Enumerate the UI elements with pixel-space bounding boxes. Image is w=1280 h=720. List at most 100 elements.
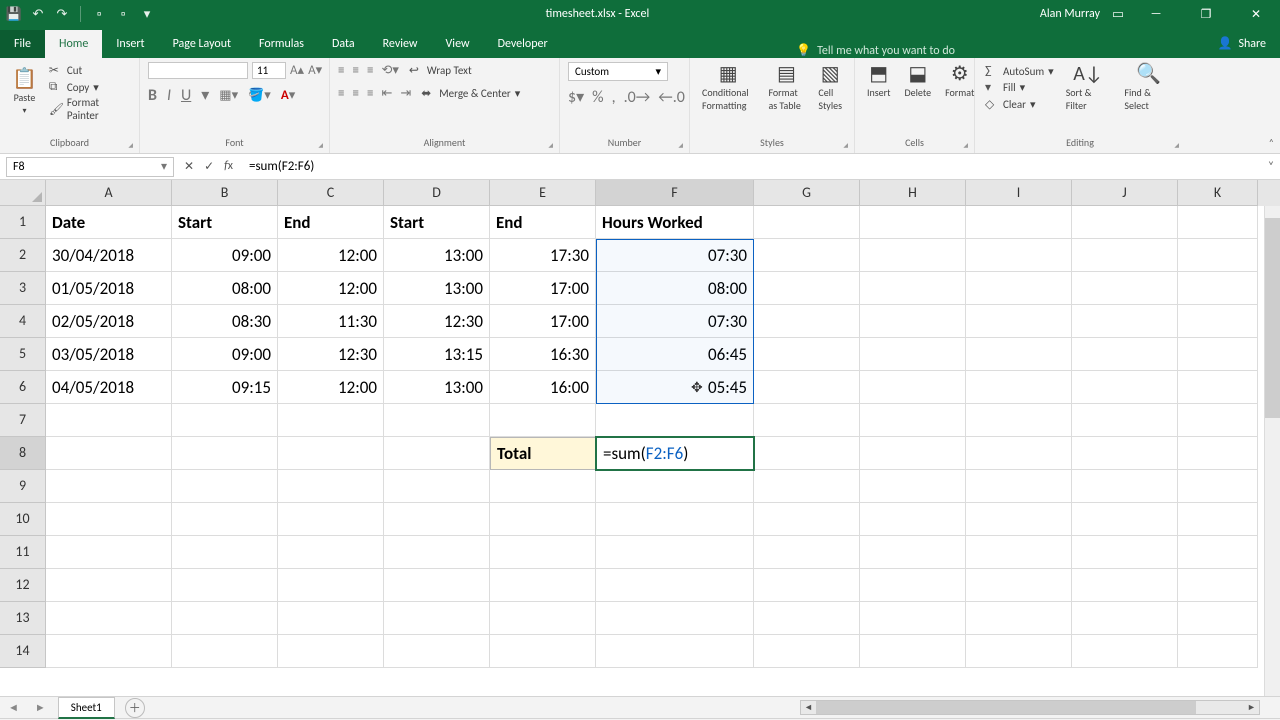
cell[interactable] — [860, 272, 966, 305]
cell[interactable] — [860, 239, 966, 272]
underline-button[interactable]: U — [181, 86, 191, 105]
align-left-icon[interactable]: ≡ — [338, 86, 344, 101]
cell[interactable] — [1072, 437, 1178, 470]
tell-me-search[interactable]: 💡 Tell me what you want to do — [796, 43, 955, 58]
cell[interactable] — [860, 437, 966, 470]
row-headers[interactable]: 1234567891011121314 — [0, 206, 46, 668]
cell[interactable] — [754, 272, 860, 305]
qat-more-icon[interactable]: ▾ — [139, 6, 155, 22]
cell[interactable] — [754, 536, 860, 569]
cell[interactable] — [966, 272, 1072, 305]
cell[interactable] — [860, 569, 966, 602]
cell[interactable] — [596, 635, 754, 668]
cell[interactable] — [966, 602, 1072, 635]
row-header-4[interactable]: 4 — [0, 305, 46, 338]
cell[interactable] — [172, 536, 278, 569]
cell[interactable] — [384, 569, 490, 602]
cell[interactable] — [1178, 338, 1258, 371]
cell[interactable] — [46, 437, 172, 470]
cell[interactable] — [490, 569, 596, 602]
sheet-nav-prev-icon[interactable]: ◄ — [0, 701, 27, 714]
cell[interactable] — [1072, 404, 1178, 437]
cell[interactable] — [278, 470, 384, 503]
cell[interactable]: 12:00 — [278, 239, 384, 272]
expand-formula-bar-icon[interactable]: ˅ — [1262, 160, 1280, 174]
cell[interactable] — [596, 569, 754, 602]
cell[interactable]: 12:30 — [278, 338, 384, 371]
cell[interactable]: 09:15 — [172, 371, 278, 404]
cell[interactable]: 13:15 — [384, 338, 490, 371]
wrap-text-button[interactable]: ↩Wrap Text — [407, 62, 474, 79]
comma-icon[interactable]: , — [612, 88, 616, 107]
cell[interactable] — [172, 503, 278, 536]
cell[interactable] — [860, 338, 966, 371]
cell[interactable] — [1178, 437, 1258, 470]
cell[interactable]: 03/05/2018 — [46, 338, 172, 371]
cell[interactable]: 30/04/2018 — [46, 239, 172, 272]
row-header-10[interactable]: 10 — [0, 503, 46, 536]
col-header-J[interactable]: J — [1072, 180, 1178, 206]
tab-developer[interactable]: Developer — [484, 30, 562, 58]
cell[interactable] — [596, 536, 754, 569]
cell[interactable] — [1072, 239, 1178, 272]
cell[interactable] — [966, 305, 1072, 338]
cell[interactable] — [172, 404, 278, 437]
cell[interactable] — [278, 437, 384, 470]
cell[interactable]: 13:00 — [384, 239, 490, 272]
cell[interactable] — [490, 536, 596, 569]
sort-filter-button[interactable]: A↓Sort & Filter — [1062, 62, 1115, 114]
cell[interactable] — [46, 470, 172, 503]
cell[interactable]: 13:00 — [384, 272, 490, 305]
accounting-icon[interactable]: $▾ — [568, 87, 584, 107]
cell[interactable] — [1178, 602, 1258, 635]
cell[interactable]: 12:00 — [278, 371, 384, 404]
font-color-icon[interactable]: A▾ — [281, 88, 295, 103]
cell[interactable] — [490, 503, 596, 536]
row-header-9[interactable]: 9 — [0, 470, 46, 503]
cell[interactable] — [278, 569, 384, 602]
format-painter-button[interactable]: 🖌Format Painter — [47, 95, 131, 123]
cell[interactable] — [278, 404, 384, 437]
cell[interactable] — [596, 602, 754, 635]
cell[interactable] — [384, 635, 490, 668]
increase-font-icon[interactable]: A▴ — [290, 63, 304, 78]
fill-color-icon[interactable]: 🪣▾ — [248, 88, 271, 103]
cell[interactable] — [384, 437, 490, 470]
formula-input[interactable]: =sum(F2:F6) — [243, 159, 1262, 174]
cell[interactable] — [1178, 404, 1258, 437]
row-header-11[interactable]: 11 — [0, 536, 46, 569]
undo-icon[interactable]: ↶ — [30, 6, 46, 22]
cell[interactable]: 16:30 — [490, 338, 596, 371]
decrease-decimal-icon[interactable]: ←.0 — [658, 88, 685, 107]
decrease-font-icon[interactable]: A▾ — [308, 63, 322, 78]
cell[interactable] — [1072, 569, 1178, 602]
cell[interactable] — [1178, 371, 1258, 404]
cell[interactable] — [754, 239, 860, 272]
minimize-button[interactable]: — — [1136, 0, 1176, 28]
col-header-I[interactable]: I — [966, 180, 1072, 206]
cell[interactable] — [172, 437, 278, 470]
number-format-select[interactable]: Custom▾ — [568, 62, 668, 81]
vertical-scrollbar[interactable] — [1264, 206, 1280, 696]
delete-cells-button[interactable]: ⬓Delete — [901, 62, 936, 101]
cell[interactable] — [46, 602, 172, 635]
col-header-K[interactable]: K — [1178, 180, 1258, 206]
cell[interactable] — [1072, 371, 1178, 404]
sheet-tab[interactable]: Sheet1 — [58, 697, 115, 719]
cell[interactable]: 17:30 — [490, 239, 596, 272]
col-header-D[interactable]: D — [384, 180, 490, 206]
cell[interactable] — [860, 206, 966, 239]
cell[interactable] — [596, 470, 754, 503]
cell[interactable] — [1072, 635, 1178, 668]
cell[interactable] — [966, 206, 1072, 239]
tab-file[interactable]: File — [0, 30, 45, 58]
format-as-table-button[interactable]: ▤Format as Table — [764, 62, 808, 114]
cell[interactable] — [1178, 305, 1258, 338]
cell[interactable]: 12:00 — [278, 272, 384, 305]
worksheet-grid[interactable]: ABCDEFGHIJK 1234567891011121314 DateStar… — [0, 180, 1280, 696]
sheet-nav-next-icon[interactable]: ► — [27, 701, 54, 714]
row-header-12[interactable]: 12 — [0, 569, 46, 602]
col-header-A[interactable]: A — [46, 180, 172, 206]
col-header-E[interactable]: E — [490, 180, 596, 206]
cell[interactable]: 04/05/2018 — [46, 371, 172, 404]
